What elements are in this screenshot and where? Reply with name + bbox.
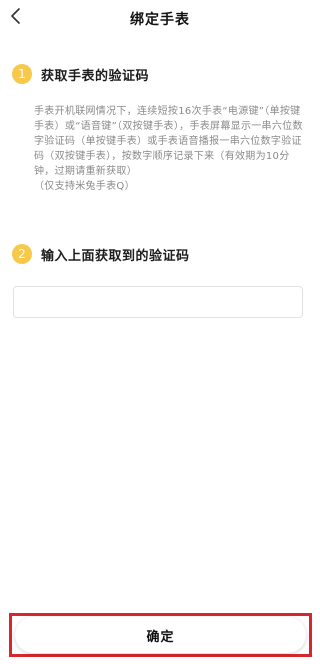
step-1-badge: 1 <box>12 64 32 84</box>
page-title: 绑定手表 <box>130 12 190 28</box>
confirm-button[interactable]: 确定 <box>15 617 306 653</box>
step-1-description: 手表开机联网情况下，连续短按16次手表“电源键”（单按键手表）或“语音键”（双按… <box>34 106 303 177</box>
step-1-title: 获取手表的验证码 <box>41 68 150 84</box>
step-2-header: 2 输入上面获取到的验证码 <box>12 244 190 264</box>
step-2-badge: 2 <box>12 244 32 264</box>
step-1-note: （仅支持米兔手表Q） <box>34 181 135 192</box>
step-1-header: 1 获取手表的验证码 <box>12 64 149 84</box>
step-1-instructions: 手表开机联网情况下，连续短按16次手表“电源键”（单按键手表）或“语音键”（双按… <box>34 104 304 194</box>
verification-code-input[interactable] <box>13 286 303 318</box>
top-bar: 绑定手表 <box>0 0 320 36</box>
step-2-title: 输入上面获取到的验证码 <box>41 248 190 264</box>
